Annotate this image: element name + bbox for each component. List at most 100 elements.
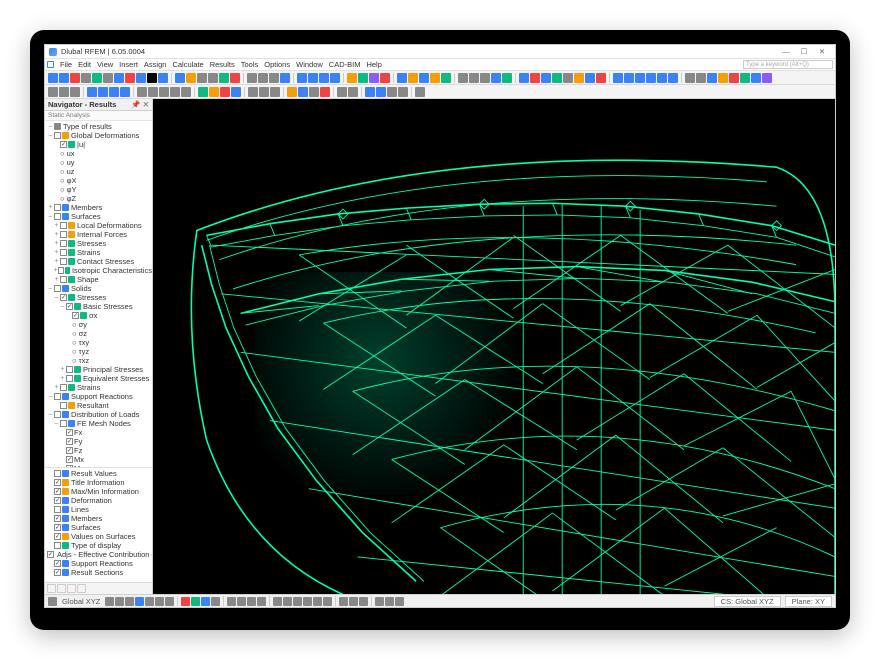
tree-node[interactable]: –Global Deformations <box>45 131 152 140</box>
tree-node[interactable]: Mx <box>45 455 152 464</box>
checkbox[interactable] <box>54 569 61 576</box>
tree-node[interactable]: +Isotropic Characteristics <box>45 266 152 275</box>
toolbar-button[interactable] <box>415 87 425 97</box>
toolbar-button[interactable] <box>358 73 368 83</box>
tree-node[interactable]: +Strains <box>45 248 152 257</box>
toolbar-button[interactable] <box>70 87 80 97</box>
tree-node[interactable]: ○ σz <box>45 329 152 338</box>
toolbar-button[interactable] <box>258 73 268 83</box>
toolbar-button[interactable] <box>186 73 196 83</box>
toolbar-button[interactable] <box>519 73 529 83</box>
checkbox[interactable] <box>60 231 67 238</box>
toolbar-button[interactable] <box>209 87 219 97</box>
status-button[interactable] <box>359 597 368 606</box>
menu-options[interactable]: Options <box>264 60 290 69</box>
toolbar-button[interactable] <box>59 87 69 97</box>
checkbox[interactable] <box>66 303 73 310</box>
toolbar-button[interactable] <box>624 73 634 83</box>
tree-node[interactable]: +Internal Forces <box>45 230 152 239</box>
tree-node[interactable]: ○ τxz <box>45 356 152 365</box>
tree-node[interactable]: Adjs - Effective Contribution on Surface… <box>45 550 152 559</box>
status-button[interactable] <box>135 597 144 606</box>
toolbar-button[interactable] <box>419 73 429 83</box>
menu-tools[interactable]: Tools <box>241 60 259 69</box>
toolbar-button[interactable] <box>230 73 240 83</box>
toolbar-button[interactable] <box>365 87 375 97</box>
toolbar-button[interactable] <box>197 73 207 83</box>
checkbox[interactable] <box>66 429 73 436</box>
toolbar-button[interactable] <box>613 73 623 83</box>
toolbar-button[interactable] <box>270 87 280 97</box>
status-button[interactable] <box>257 597 266 606</box>
checkbox[interactable] <box>60 384 67 391</box>
tree-node[interactable]: –Solids <box>45 284 152 293</box>
toolbar-button[interactable] <box>220 87 230 97</box>
toolbar-button[interactable] <box>92 73 102 83</box>
tree-node[interactable]: Members <box>45 514 152 523</box>
toolbar-button[interactable] <box>48 73 58 83</box>
results-tree[interactable]: –Type of results–Global Deformations|u|○… <box>45 121 152 467</box>
toolbar-button[interactable] <box>585 73 595 83</box>
status-button[interactable] <box>313 597 322 606</box>
checkbox[interactable] <box>54 411 61 418</box>
3d-viewport[interactable] <box>153 99 835 594</box>
tree-node[interactable]: –Surfaces <box>45 212 152 221</box>
tree-node[interactable]: Max/Min Information <box>45 487 152 496</box>
tree-node[interactable]: Resultant <box>45 401 152 410</box>
toolbar-button[interactable] <box>70 73 80 83</box>
tree-node[interactable]: Deformation <box>45 496 152 505</box>
checkbox[interactable] <box>54 524 61 531</box>
nav-tab-4[interactable] <box>77 584 86 593</box>
tree-node[interactable]: Surfaces <box>45 523 152 532</box>
toolbar-button[interactable] <box>387 87 397 97</box>
menu-calculate[interactable]: Calculate <box>172 60 203 69</box>
tree-node[interactable]: Fz <box>45 446 152 455</box>
checkbox[interactable] <box>54 533 61 540</box>
toolbar-button[interactable] <box>158 73 168 83</box>
toolbar-button[interactable] <box>219 73 229 83</box>
toolbar-button[interactable] <box>491 73 501 83</box>
toolbar-button[interactable] <box>408 73 418 83</box>
toolbar-button[interactable] <box>175 73 185 83</box>
status-icon[interactable] <box>48 597 57 606</box>
toolbar-button[interactable] <box>541 73 551 83</box>
toolbar-button[interactable] <box>48 87 58 97</box>
toolbar-button[interactable] <box>718 73 728 83</box>
tree-node[interactable]: –Type of results <box>45 122 152 131</box>
toolbar-button[interactable] <box>458 73 468 83</box>
checkbox[interactable] <box>60 240 67 247</box>
status-button[interactable] <box>385 597 394 606</box>
toolbar-button[interactable] <box>114 73 124 83</box>
status-button[interactable] <box>211 597 220 606</box>
status-button[interactable] <box>349 597 358 606</box>
toolbar-button[interactable] <box>148 87 158 97</box>
status-button[interactable] <box>293 597 302 606</box>
toolbar-button[interactable] <box>430 73 440 83</box>
toolbar-button[interactable] <box>530 73 540 83</box>
toolbar-button[interactable] <box>147 73 157 83</box>
status-button[interactable] <box>201 597 210 606</box>
tree-node[interactable]: +Strains <box>45 383 152 392</box>
tree-node[interactable]: –Stresses <box>45 293 152 302</box>
toolbar-button[interactable] <box>159 87 169 97</box>
status-button[interactable] <box>283 597 292 606</box>
checkbox[interactable] <box>54 285 61 292</box>
tree-node[interactable]: ○ φX <box>45 176 152 185</box>
navigator-subheader[interactable]: Static Analysis <box>45 111 152 121</box>
checkbox[interactable] <box>66 447 73 454</box>
tree-node[interactable]: +Principal Stresses <box>45 365 152 374</box>
toolbar-button[interactable] <box>297 73 307 83</box>
status-button[interactable] <box>181 597 190 606</box>
toolbar-button[interactable] <box>309 87 319 97</box>
tree-node[interactable]: ○ uz <box>45 167 152 176</box>
display-options-tree[interactable]: Result ValuesTitle InformationMax/Min In… <box>45 467 152 582</box>
toolbar-button[interactable] <box>646 73 656 83</box>
checkbox[interactable] <box>66 375 73 382</box>
checkbox[interactable] <box>60 258 67 265</box>
status-button[interactable] <box>303 597 312 606</box>
tree-node[interactable]: Title Information <box>45 478 152 487</box>
tree-node[interactable]: ○ τxy <box>45 338 152 347</box>
status-button[interactable] <box>273 597 282 606</box>
checkbox[interactable] <box>66 366 73 373</box>
toolbar-button[interactable] <box>696 73 706 83</box>
